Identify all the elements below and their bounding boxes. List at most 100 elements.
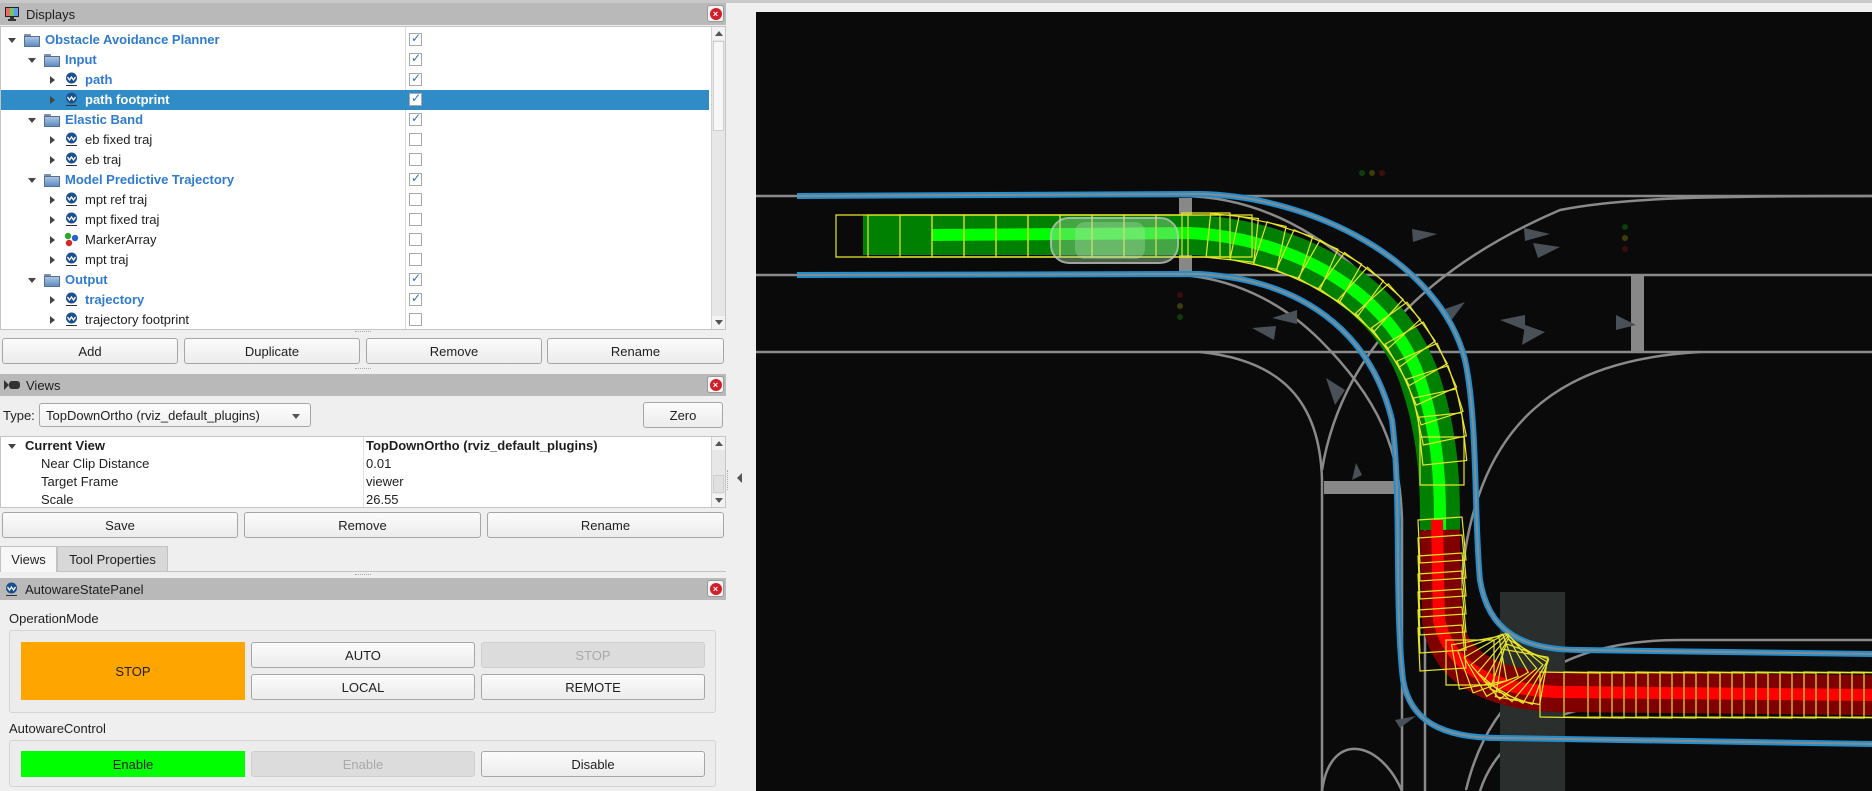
zero-view-button[interactable]: Zero — [643, 402, 723, 428]
scroll-up-arrow[interactable] — [712, 437, 725, 450]
scroll-down-arrow[interactable] — [712, 316, 725, 329]
expand-arrow-icon[interactable] — [28, 178, 36, 183]
local-mode-button[interactable]: LOCAL — [251, 674, 475, 700]
display-enabled-checkbox[interactable] — [409, 271, 422, 286]
rename-view-button[interactable]: Rename — [487, 512, 724, 538]
expand-arrow-icon[interactable] — [28, 278, 36, 283]
collapse-left-dock-arrow[interactable] — [737, 473, 742, 483]
display-enabled-checkbox[interactable] — [409, 253, 422, 266]
property-row-near-clip[interactable]: Near Clip Distance 0.01 — [1, 455, 709, 473]
collapse-arrow-icon[interactable] — [50, 136, 55, 144]
display-enabled-checkbox[interactable] — [409, 31, 422, 46]
close-icon: × — [709, 7, 722, 20]
display-enabled-checkbox[interactable] — [409, 193, 422, 206]
display-tree-row[interactable]: path — [1, 70, 709, 90]
display-enabled-checkbox[interactable] — [409, 111, 422, 126]
property-value[interactable]: viewer — [366, 474, 404, 489]
property-row-target-frame[interactable]: Target Frame viewer — [1, 473, 709, 491]
displays-tree-scrollbar[interactable] — [711, 27, 725, 329]
display-label: Model Predictive Trajectory — [65, 172, 235, 187]
splitter-handle[interactable] — [355, 574, 371, 576]
display-tree-row[interactable]: mpt fixed traj — [1, 210, 709, 230]
splitter-handle[interactable] — [355, 368, 371, 370]
display-label: path — [85, 72, 113, 87]
remote-mode-button[interactable]: REMOTE — [481, 674, 705, 700]
display-tree-row[interactable]: mpt ref traj — [1, 190, 709, 210]
scroll-down-arrow[interactable] — [712, 494, 725, 507]
remove-display-button[interactable]: Remove — [366, 338, 542, 364]
display-tree-row[interactable]: Output — [1, 270, 709, 290]
display-enabled-checkbox[interactable] — [409, 313, 422, 326]
duplicate-display-button[interactable]: Duplicate — [184, 338, 360, 364]
display-enabled-checkbox[interactable] — [409, 291, 422, 306]
collapse-arrow-icon[interactable] — [50, 76, 55, 84]
display-enabled-checkbox[interactable] — [409, 153, 422, 166]
display-enabled-checkbox[interactable] — [409, 91, 422, 106]
rename-display-button[interactable]: Rename — [547, 338, 724, 364]
dock-splitter[interactable] — [727, 470, 729, 490]
collapse-arrow-icon[interactable] — [50, 316, 55, 324]
auto-mode-button[interactable]: AUTO — [251, 642, 475, 668]
autoware-icon — [66, 292, 77, 306]
display-enabled-checkbox[interactable] — [409, 171, 422, 186]
displays-tree[interactable]: Obstacle Avoidance Planner Input path path … — [0, 26, 726, 330]
expand-arrow-icon[interactable] — [28, 58, 36, 63]
display-tree-row[interactable]: Model Predictive Trajectory — [1, 170, 709, 190]
collapse-arrow-icon[interactable] — [50, 196, 55, 204]
add-display-button[interactable]: Add — [2, 338, 178, 364]
display-enabled-checkbox[interactable] — [409, 213, 422, 226]
3d-render-viewport[interactable] — [756, 12, 1872, 791]
traffic-light-bulb — [1622, 235, 1628, 241]
display-tree-row[interactable]: eb traj — [1, 150, 709, 170]
scroll-up-arrow[interactable] — [712, 27, 725, 40]
display-enabled-checkbox[interactable] — [409, 51, 422, 66]
property-row-current-view[interactable]: Current View TopDownOrtho (rviz_default_… — [1, 437, 709, 455]
display-tree-row[interactable]: eb fixed traj — [1, 130, 709, 150]
enable-control-button[interactable]: Enable — [251, 751, 475, 777]
camera-icon — [4, 380, 20, 390]
scene[interactable] — [756, 12, 1872, 791]
property-value[interactable]: 26.55 — [366, 492, 399, 507]
expand-arrow-icon[interactable] — [8, 38, 16, 43]
splitter-handle[interactable] — [355, 331, 371, 333]
stop-mode-button[interactable]: STOP — [481, 642, 705, 668]
expand-arrow-icon[interactable] — [28, 118, 36, 123]
direction-arrow — [1395, 716, 1416, 728]
display-tree-row[interactable]: MarkerArray — [1, 230, 709, 250]
traffic-light-bulb — [1177, 314, 1183, 320]
collapse-arrow-icon[interactable] — [50, 296, 55, 304]
properties-scrollbar[interactable] — [711, 437, 725, 507]
display-tree-row[interactable]: path footprint — [1, 90, 709, 110]
expand-arrow-icon[interactable] — [8, 444, 16, 449]
collapse-arrow-icon[interactable] — [50, 236, 55, 244]
display-enabled-checkbox[interactable] — [409, 133, 422, 146]
display-tree-row[interactable]: trajectory — [1, 290, 709, 310]
display-label: Obstacle Avoidance Planner — [45, 32, 220, 47]
view-type-combobox[interactable]: TopDownOrtho (rviz_default_plugins) — [39, 403, 311, 427]
views-close-button[interactable]: × — [707, 376, 724, 393]
display-tree-row[interactable]: Input — [1, 50, 709, 70]
display-enabled-checkbox[interactable] — [409, 233, 422, 246]
collapse-arrow-icon[interactable] — [50, 96, 55, 104]
display-tree-row[interactable]: mpt traj — [1, 250, 709, 270]
disable-control-button[interactable]: Disable — [481, 751, 705, 777]
view-properties-tree[interactable]: Current View TopDownOrtho (rviz_default_… — [0, 436, 726, 508]
tab-tool-properties[interactable]: Tool Properties — [57, 546, 168, 572]
display-enabled-checkbox[interactable] — [409, 71, 422, 86]
scroll-thumb[interactable] — [713, 475, 724, 493]
collapse-arrow-icon[interactable] — [50, 156, 55, 164]
remove-view-button[interactable]: Remove — [244, 512, 481, 538]
display-tree-row[interactable]: Elastic Band — [1, 110, 709, 130]
display-tree-row[interactable]: trajectory footprint — [1, 310, 709, 329]
scroll-thumb[interactable] — [713, 41, 724, 131]
property-row-scale[interactable]: Scale 26.55 — [1, 491, 709, 507]
displays-close-button[interactable]: × — [707, 5, 724, 22]
save-view-button[interactable]: Save — [2, 512, 238, 538]
collapse-arrow-icon[interactable] — [50, 256, 55, 264]
property-key: Near Clip Distance — [41, 456, 150, 471]
property-value[interactable]: 0.01 — [366, 456, 391, 471]
collapse-arrow-icon[interactable] — [50, 216, 55, 224]
autoware-panel-close-button[interactable]: × — [707, 580, 724, 597]
display-tree-row[interactable]: Obstacle Avoidance Planner — [1, 30, 709, 50]
tab-views[interactable]: Views — [0, 546, 57, 572]
